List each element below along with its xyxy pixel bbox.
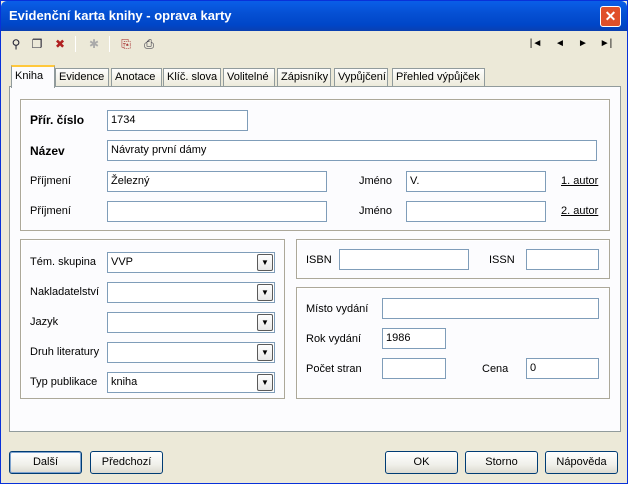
napoveda-button[interactable]: Nápověda [545,451,618,474]
binoculars-icon[interactable]: ⚲ [7,35,25,53]
chevron-down-icon[interactable]: ▼ [257,344,273,361]
export-icon[interactable]: ⎘ [117,35,135,53]
pocet-stran-label: Počet stran [306,363,362,375]
cena-label: Cena [482,363,509,375]
misto-vydani-label: Místo vydání [306,303,369,315]
close-button[interactable]: ✕ [600,6,621,27]
author1-link[interactable]: 1. autor [561,175,598,187]
copy-card-icon[interactable]: ❐ [28,35,46,53]
dialog-window: Evidenční karta knihy - oprava karty ✕ ⚲… [0,0,628,484]
typ-publikace-select[interactable]: kniha ▼ [107,372,275,393]
rok-vydani-label: Rok vydání [306,333,362,345]
jazyk-select[interactable]: ▼ [107,312,275,333]
typ-publikace-value: kniha [111,376,138,388]
nakladatelstvi-select[interactable]: ▼ [107,282,275,303]
tem-skupina-label: Tém. skupina [30,256,97,268]
toolbar-separator [109,36,110,52]
jmeno2-label: Jméno [359,205,393,217]
tab-klic-slova[interactable]: Klíč. slova [163,68,221,87]
tab-vypujceni[interactable]: Vypůjčení [334,68,388,87]
storno-button[interactable]: Storno [465,451,538,474]
issn-input[interactable] [526,249,599,270]
tab-kniha[interactable]: Kniha [11,65,55,88]
chevron-down-icon[interactable]: ▼ [257,374,273,391]
nazev-label: Název [30,144,65,158]
prijmeni2-label: Příjmení [30,205,71,217]
prijmeni2-input[interactable] [107,201,327,222]
tab-evidence[interactable]: Evidence [55,68,109,87]
title-author-group: Přír. číslo 1734 Název Návraty první dám… [20,99,610,231]
window-title: Evidenční karta knihy - oprava karty [9,8,232,23]
delete-card-icon[interactable]: ✖ [51,35,69,53]
issn-label: ISSN [489,254,515,266]
publication-group: Místo vydání Rok vydání 1986 Počet stran… [296,287,610,399]
ok-button[interactable]: OK [385,451,458,474]
isbn-label: ISBN [306,254,332,266]
pric-cislo-input[interactable]: 1734 [107,110,248,131]
predchozi-button[interactable]: Předchozí [90,451,163,474]
toolbar: ⚲ ❐ ✖ ✱ ⎘ ⎙ |◄ ◄ ► ►| [1,31,627,57]
typ-publikace-label: Typ publikace [30,376,98,388]
tab-prehled-vypujcek[interactable]: Přehled výpůjček [392,68,485,87]
jmeno1-label: Jméno [359,175,393,187]
tab-volitelne[interactable]: Volitelné [223,68,275,87]
chevron-down-icon[interactable]: ▼ [257,314,273,331]
isbn-input[interactable] [339,249,469,270]
classification-group: Tém. skupina VVP ▼ Nakladatelství ▼ Jazyk… [20,239,285,399]
next-record-icon[interactable]: ► [575,36,591,52]
chevron-down-icon[interactable]: ▼ [257,284,273,301]
pocet-stran-input[interactable] [382,358,446,379]
isbn-group: ISBN ISSN [296,239,610,279]
druh-literatury-label: Druh literatury [30,346,100,358]
jmeno2-input[interactable] [406,201,546,222]
druh-literatury-select[interactable]: ▼ [107,342,275,363]
pric-cislo-label: Přír. číslo [30,113,85,127]
last-record-icon[interactable]: ►| [598,36,614,52]
settings-icon: ✱ [88,37,100,51]
tab-panel-kniha: Přír. číslo 1734 Název Návraty první dám… [9,86,621,432]
first-record-icon[interactable]: |◄ [528,36,544,52]
tem-skupina-value: VVP [111,256,134,268]
chevron-down-icon[interactable]: ▼ [257,254,273,271]
prijmeni1-input[interactable]: Železný [107,171,327,192]
tab-anotace[interactable]: Anotace [111,68,162,87]
dalsi-button[interactable]: Další [9,451,82,474]
previous-record-icon[interactable]: ◄ [552,36,568,52]
print-icon[interactable]: ⎙ [140,35,158,53]
tem-skupina-select[interactable]: VVP ▼ [107,252,275,273]
prijmeni1-label: Příjmení [30,175,71,187]
rok-vydani-input[interactable]: 1986 [382,328,446,349]
jazyk-label: Jazyk [30,316,59,328]
title-bar[interactable]: Evidenční karta knihy - oprava karty ✕ [1,1,627,31]
nazev-input[interactable]: Návraty první dámy [107,140,597,161]
toolbar-separator [75,36,76,52]
misto-vydani-input[interactable] [382,298,599,319]
tab-zapisniky[interactable]: Zápisníky [277,68,331,87]
jmeno1-input[interactable]: V. [406,171,546,192]
author2-link[interactable]: 2. autor [561,205,598,217]
cena-input[interactable]: 0 [526,358,599,379]
nakladatelstvi-label: Nakladatelství [30,286,100,298]
